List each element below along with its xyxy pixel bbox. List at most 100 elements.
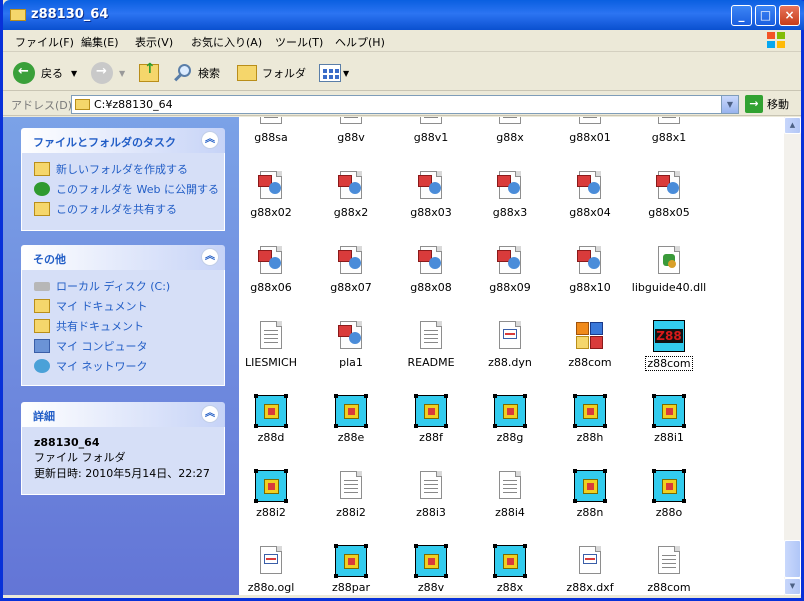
scroll-up-button[interactable]: ▲ [784,117,801,134]
place-my-documents[interactable]: マイ ドキュメント [34,298,148,314]
details-panel: z88130_64 ファイル フォルダ 更新日時: 2010年5月14日、22:… [21,427,225,495]
file-icon [574,245,606,277]
file-item[interactable]: g88sa [239,117,311,144]
menu-view[interactable]: 表示(V) [135,34,173,50]
close-button[interactable]: × [779,5,800,26]
place-shared-documents[interactable]: 共有ドキュメント [34,318,144,334]
file-item[interactable]: z88v [391,544,471,594]
collapse-chevron-icon[interactable]: ︽ [201,248,219,266]
go-button[interactable]: → 移動 [745,95,789,113]
collapse-chevron-icon[interactable]: ︽ [201,405,219,423]
address-input[interactable]: C:¥z88130_64 ▼ [71,95,739,114]
file-item[interactable]: z88i4 [470,470,550,519]
title-bar[interactable]: z88130_64 _ □ × [3,0,804,30]
file-icon [573,469,607,503]
file-item[interactable]: z88o.ogl [239,545,311,594]
minimize-button[interactable]: _ [731,5,752,26]
file-item[interactable]: g88x09 [470,245,550,294]
file-item[interactable]: g88x08 [391,245,471,294]
file-item[interactable]: z88e [311,394,391,444]
task-share-folder[interactable]: このフォルダを共有する [34,201,177,217]
file-item[interactable]: README [391,320,471,369]
file-item[interactable]: z88d [239,394,311,444]
task-new-folder[interactable]: 新しいフォルダを作成する [34,161,188,177]
file-item[interactable]: z88h [550,394,630,444]
menu-favorites[interactable]: お気に入り(A) [191,34,262,50]
file-item[interactable]: g88x03 [391,170,471,219]
file-item[interactable]: g88x2 [311,170,391,219]
file-item[interactable]: g88x02 [239,170,311,219]
file-item[interactable]: g88x1 [629,117,709,144]
back-dropdown-icon[interactable]: ▼ [71,69,77,78]
file-tasks-header[interactable]: ファイルとフォルダのタスク ︽ [21,128,225,153]
file-item[interactable]: g88x3 [470,170,550,219]
file-item[interactable]: Z88 z88com [629,320,709,371]
vertical-scrollbar[interactable]: ▲ ▼ [784,117,801,595]
file-icon [255,320,287,352]
scroll-down-button[interactable]: ▼ [784,578,801,595]
task-publish-web[interactable]: このフォルダを Web に公開する [34,181,219,197]
file-name: g88x09 [489,281,531,294]
file-list: g88sa g88v g88v1 g88x g88x01 g88x1 g88x02 g88x2… [239,117,784,595]
file-item[interactable]: pla1 [311,320,391,369]
address-dropdown-icon[interactable]: ▼ [721,96,738,113]
menu-tools[interactable]: ツール(T) [275,34,323,50]
menu-file[interactable]: ファイル(F) [15,34,74,50]
place-local-disk[interactable]: ローカル ディスク (C:) [34,278,170,294]
file-item[interactable]: z88f [391,394,471,444]
file-icon [414,544,448,578]
forward-dropdown-icon[interactable]: ▼ [119,69,125,78]
file-item[interactable]: g88x01 [550,117,630,144]
file-item[interactable]: z88.dyn [470,320,550,369]
forward-button[interactable]: → ▼ [91,61,125,85]
file-item[interactable]: z88n [550,469,630,519]
place-my-computer[interactable]: マイ コンピュータ [34,338,148,354]
views-button[interactable]: ▼ [319,61,349,85]
details-title: 詳細 [33,410,55,423]
file-icon [255,245,287,277]
explorer-window: z88130_64 _ □ × ファイル(F) 編集(E) 表示(V) お気に入… [0,0,804,601]
place-my-network[interactable]: マイ ネットワーク [34,358,148,374]
task-new-folder-label: 新しいフォルダを作成する [56,163,188,176]
scroll-thumb[interactable] [784,540,801,578]
file-item[interactable]: z88o [629,469,709,519]
details-header[interactable]: 詳細 ︽ [21,402,225,427]
file-item[interactable]: g88x10 [550,245,630,294]
other-places-header[interactable]: その他 ︽ [21,245,225,270]
file-item[interactable]: g88x04 [550,170,630,219]
menu-help[interactable]: ヘルプ(H) [335,34,385,50]
maximize-button[interactable]: □ [755,5,776,26]
file-name: g88x3 [492,206,528,219]
file-item[interactable]: z88x.dxf [550,545,630,594]
up-folder-button[interactable]: ↑ [139,61,159,85]
collapse-chevron-icon[interactable]: ︽ [201,131,219,149]
forward-arrow-icon: → [91,62,113,84]
file-item[interactable]: g88x07 [311,245,391,294]
search-button[interactable]: 検索 [173,61,220,85]
file-tasks-title: ファイルとフォルダのタスク [33,136,176,149]
file-item[interactable]: g88v [311,117,391,144]
file-item[interactable]: libguide40.dll [629,245,709,294]
back-button[interactable]: ← 戻る ▼ [13,61,77,85]
file-item[interactable]: g88x [470,117,550,144]
file-item[interactable]: z88i2 [311,470,391,519]
windows-logo-icon [767,32,787,50]
file-item[interactable]: z88par [311,544,391,594]
file-item[interactable]: z88com [629,545,709,594]
file-item[interactable]: z88i3 [391,470,471,519]
file-icon [574,170,606,202]
file-item[interactable]: g88x06 [239,245,311,294]
file-name: g88x07 [330,281,372,294]
file-item[interactable]: z88com [550,320,630,369]
file-item[interactable]: LIESMICH [239,320,311,369]
file-item[interactable]: z88i2 [239,469,311,519]
file-item[interactable]: z88i1 [629,394,709,444]
file-icon [415,470,447,502]
file-item[interactable]: z88g [470,394,550,444]
file-item[interactable]: z88x [470,544,550,594]
file-item[interactable]: g88v1 [391,117,471,144]
folders-button[interactable]: フォルダ [237,61,306,85]
file-item[interactable]: g88x05 [629,170,709,219]
menu-edit[interactable]: 編集(E) [81,34,119,50]
file-name: z88.dyn [488,356,532,369]
